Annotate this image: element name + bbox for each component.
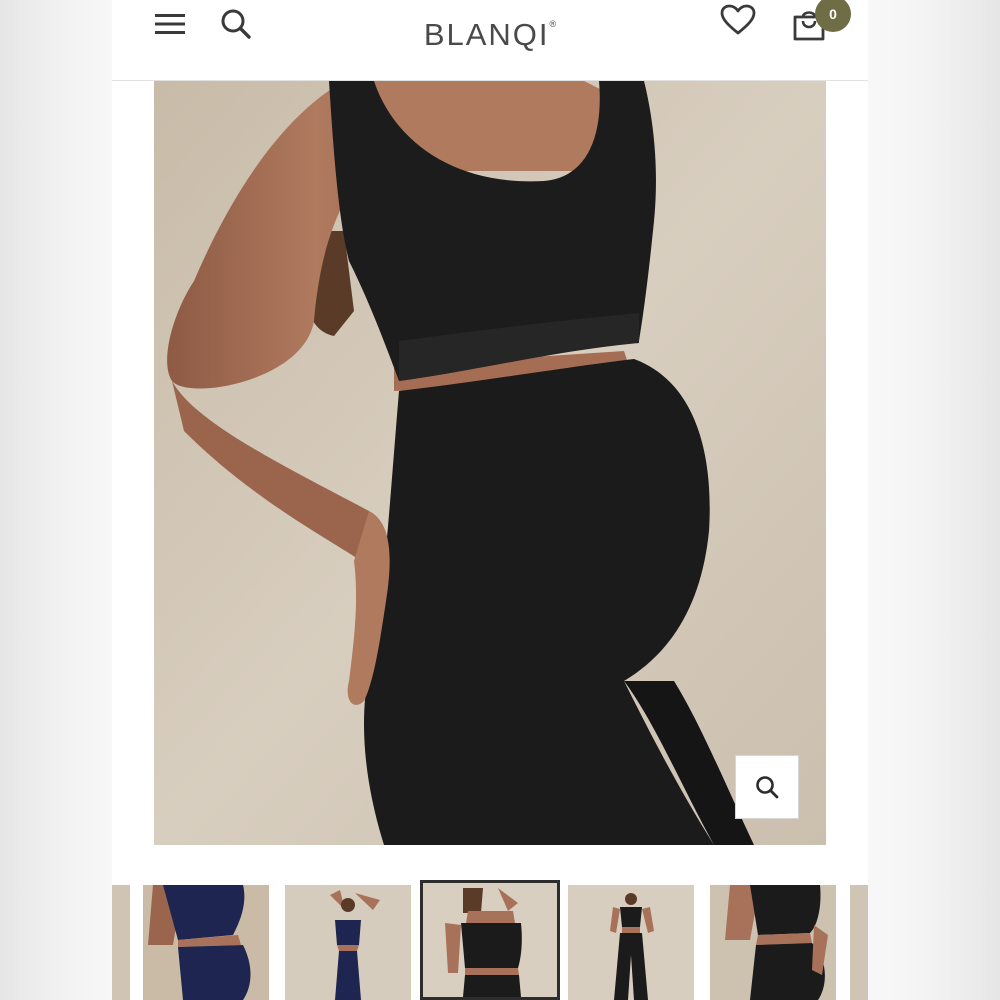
thumbnail-partial[interactable] [112,885,130,1000]
heart-icon [720,4,756,35]
thumbnail-black-side[interactable] [710,885,836,1000]
thumbnail-image [710,885,836,1000]
site-header: BLANQI® 0 [112,0,868,81]
thumbnail-image [568,885,694,1000]
thumbnail-navy-front-pose[interactable] [285,885,411,1000]
zoom-button[interactable] [735,755,799,819]
thumbnail-image [112,885,130,1000]
product-main-image[interactable] [154,81,826,845]
model-photo [154,81,826,845]
wishlist-button[interactable] [716,0,760,40]
mobile-viewport: BLANQI® 0 [112,0,868,1000]
thumbnail-image [423,883,557,997]
thumbnail-image [850,885,868,1000]
search-icon [756,776,779,799]
thumbnail-black-front[interactable] [420,880,560,1000]
thumbnail-black-full[interactable] [568,885,694,1000]
thumbnail-image [285,885,411,1000]
thumbnail-image [143,885,269,1000]
brand-logo-text: BLANQI [423,17,550,52]
thumbnail-carousel [112,880,868,1000]
thumbnail-navy-side[interactable] [143,885,269,1000]
thumbnail-partial-right[interactable] [850,885,868,1000]
registered-mark: ® [549,19,557,29]
